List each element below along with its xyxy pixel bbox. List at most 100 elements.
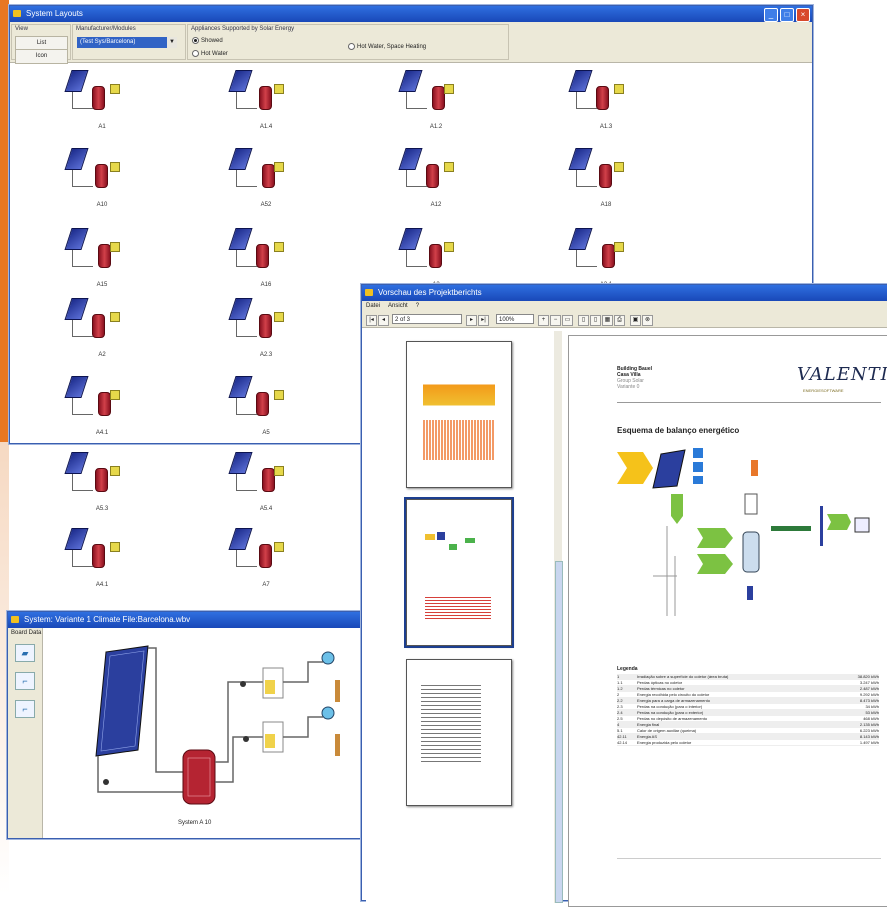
controller-icon	[444, 84, 454, 94]
pipe-line	[576, 92, 597, 109]
legend-key: 5.1	[617, 728, 623, 733]
tank-icon	[92, 86, 105, 110]
pipe-line	[406, 250, 427, 267]
collector-icon[interactable]: ▰	[15, 644, 35, 662]
thumbnail-label: A12	[430, 202, 442, 208]
shower-icon[interactable]: ⌐	[15, 700, 35, 718]
thumbnail-scrollbar[interactable]	[554, 331, 563, 903]
thumbnail-label: A5	[262, 430, 270, 436]
system-layout-thumbnail[interactable]: A15	[62, 226, 142, 288]
board-data-label: Board Data	[11, 630, 42, 636]
two-page-icon[interactable]: ▯	[590, 315, 601, 326]
controller-icon	[110, 242, 120, 252]
tank-icon	[92, 544, 105, 568]
pipe-line	[236, 250, 257, 267]
system-layout-thumbnail[interactable]: A12	[396, 146, 476, 208]
system-layout-thumbnail[interactable]: A1.4	[226, 68, 306, 130]
menu-datei[interactable]: Datei	[366, 301, 380, 312]
manufacturer-select[interactable]: (Test Sys/Barcelona) ▼	[77, 37, 177, 48]
tap-icon[interactable]: ⌐	[15, 672, 35, 690]
radio-hot-water-space-heating[interactable]: Hot Water, Space Heating	[348, 43, 426, 50]
last-page-icon[interactable]: ▸|	[478, 315, 489, 326]
zoom-selector[interactable]: 100%	[496, 314, 534, 324]
minimize-button[interactable]: _	[764, 8, 778, 22]
legend-key: 42.11	[617, 734, 627, 739]
radio-hws-label: Hot Water, Space Heating	[357, 43, 427, 50]
fit-page-icon[interactable]: ▭	[562, 315, 573, 326]
system-layout-thumbnail[interactable]: A4.1	[62, 526, 142, 588]
export-icon[interactable]: ▣	[630, 315, 641, 326]
system-layout-thumbnail[interactable]: A10	[62, 146, 142, 208]
print-icon[interactable]: ⎙	[614, 315, 625, 326]
pipe-line	[236, 398, 257, 415]
icon-view-button[interactable]: Icon	[15, 49, 68, 64]
radio-hot-water[interactable]: Hot Water	[192, 50, 228, 57]
legend-key: 2.4	[617, 710, 623, 715]
page-thumbnail-1[interactable]	[406, 341, 512, 488]
manufacturer-group-label: Manufacturer/Modules	[76, 26, 136, 32]
system-layout-thumbnail[interactable]: A5.3	[62, 450, 142, 512]
tank-icon	[259, 544, 272, 568]
page-thumbnail-2[interactable]	[404, 497, 514, 648]
tank-icon	[429, 244, 442, 268]
tank-icon	[256, 244, 269, 268]
next-page-icon[interactable]: ▸	[466, 315, 477, 326]
system-layout-thumbnail[interactable]: A1	[62, 68, 142, 130]
legend-value: 34 kWh	[865, 704, 879, 709]
page-thumbnail-3[interactable]	[406, 659, 512, 806]
thumb-chart-1	[423, 372, 495, 414]
thumbnail-label: A5.3	[95, 506, 109, 512]
menu-help[interactable]: ?	[416, 301, 419, 312]
thumbnail-label: A1.2	[429, 124, 443, 130]
system-layout-thumbnail[interactable]: A7	[226, 526, 306, 588]
close-button[interactable]: ×	[796, 8, 810, 22]
legend-text: Perdas térmicas no coletor	[637, 686, 685, 691]
system-layout-thumbnail[interactable]: A4.1	[62, 374, 142, 436]
first-page-icon[interactable]: |◂	[366, 315, 377, 326]
window-title: Vorschau des Projektberichts	[378, 288, 482, 297]
system-diagram-area: Board Data ▰ ⌐ ⌐ System A 10	[8, 628, 362, 838]
close-preview-icon[interactable]: ⊗	[642, 315, 653, 326]
page-selector[interactable]: 2 of 3	[392, 314, 462, 324]
zoom-out-icon[interactable]: −	[550, 315, 561, 326]
collector-panel[interactable]	[95, 645, 149, 757]
legend-text: Energia recolhida pelo circuito do colet…	[637, 692, 710, 697]
system-layout-thumbnail[interactable]: A2	[62, 296, 142, 358]
legend-key: 42.14	[617, 740, 628, 745]
radio-showed[interactable]: Showed	[192, 37, 223, 44]
maximize-button[interactable]: □	[780, 8, 794, 22]
pipe-line	[576, 250, 597, 267]
storage-tank	[742, 531, 760, 573]
orange-accent-bar	[0, 0, 9, 442]
legend-row: 42.14 Energia produzida pelo coletor 1.497…	[617, 740, 879, 746]
single-page-icon[interactable]: ▯	[578, 315, 589, 326]
system-layout-thumbnail[interactable]: A16	[226, 226, 306, 288]
system-layout-thumbnail[interactable]: A5.4	[226, 450, 306, 512]
multi-page-icon[interactable]: ▦	[602, 315, 613, 326]
collector-icon	[228, 148, 253, 170]
prev-page-icon[interactable]: ◂	[378, 315, 389, 326]
zoom-in-icon[interactable]: +	[538, 315, 549, 326]
system-layout-thumbnail[interactable]: A2.3	[226, 296, 306, 358]
system-layout-thumbnail[interactable]: A1.2	[396, 68, 476, 130]
collector-icon	[398, 228, 423, 250]
menu-ansicht[interactable]: Ansicht	[388, 301, 408, 312]
legend-key: 1	[617, 674, 620, 679]
controller-icon	[274, 390, 284, 400]
manufacturer-group: Manufacturer/Modules (Test Sys/Barcelona…	[72, 24, 186, 60]
radio-dot-icon	[348, 43, 355, 50]
radio-dot-icon	[192, 37, 199, 44]
pipe-line	[72, 320, 93, 337]
system-layout-thumbnail[interactable]: A1.3	[566, 68, 646, 130]
collector-icon	[228, 228, 253, 250]
system-layout-thumbnail[interactable]: A18	[566, 146, 646, 208]
appliances-group: Appliances Supported by Solar Energy Sho…	[187, 24, 509, 60]
tank-icon	[256, 392, 269, 416]
controller-icon	[274, 162, 284, 172]
controller-icon	[110, 542, 120, 552]
system-layout-thumbnail[interactable]: A5	[226, 374, 306, 436]
scrollbar-thumb[interactable]	[555, 561, 563, 903]
system-layout-thumbnail[interactable]: A52	[226, 146, 306, 208]
system-layout-thumbnail[interactable]: A3	[396, 226, 476, 288]
system-layout-thumbnail[interactable]: A3.1	[566, 226, 646, 288]
